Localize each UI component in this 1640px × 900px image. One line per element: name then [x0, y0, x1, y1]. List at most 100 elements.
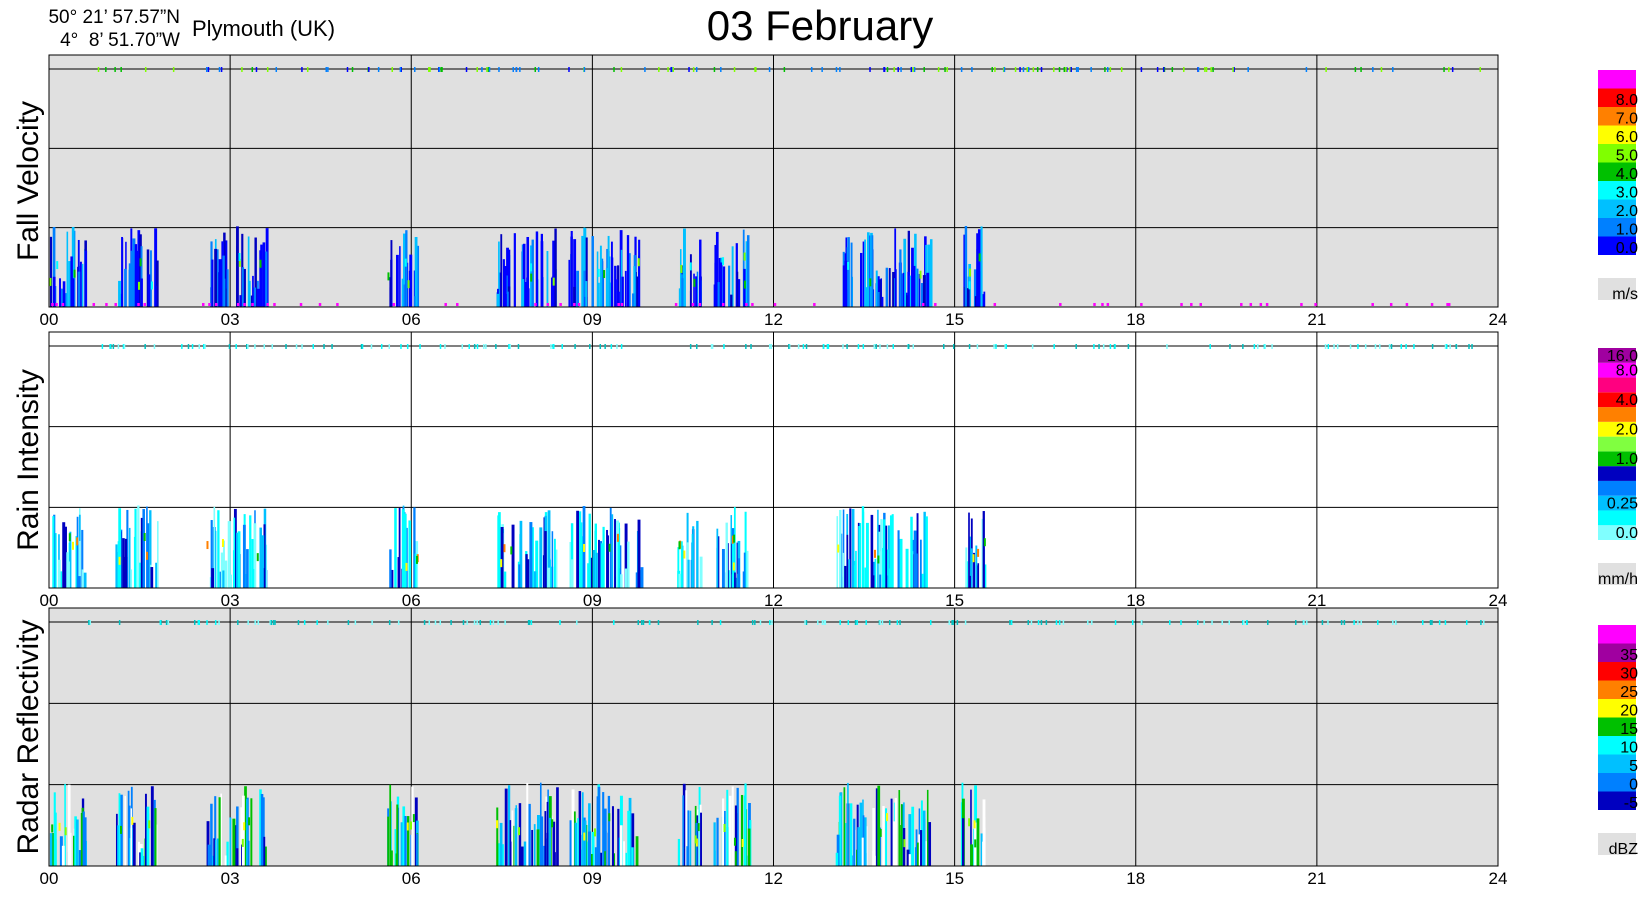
data-mark-top [450, 620, 452, 625]
data-mark-top [101, 344, 104, 349]
data-mark [81, 263, 84, 307]
data-mark-top [468, 344, 470, 349]
data-mark-top [251, 67, 254, 72]
data-mark-top [670, 67, 672, 72]
data-mark [871, 235, 874, 307]
data-mark [686, 846, 689, 866]
data-mark [722, 266, 726, 307]
data-mark-top [1058, 620, 1061, 625]
data-mark [621, 276, 624, 307]
data-mark [919, 539, 922, 588]
data-mark [76, 516, 79, 588]
data-mark [224, 855, 227, 866]
data-mark [893, 821, 897, 866]
data-mark-accent [886, 813, 889, 822]
data-mark [976, 249, 979, 307]
data-mark-ground [392, 303, 396, 306]
data-mark [262, 242, 266, 307]
data-mark-top [613, 620, 615, 625]
x-tick-label: 18 [1126, 869, 1145, 888]
data-mark-top [428, 620, 430, 625]
data-mark-top [711, 620, 713, 625]
data-mark-accent [238, 253, 241, 262]
data-mark-ground [1405, 303, 1409, 306]
data-mark-top [923, 67, 925, 72]
data-mark [617, 540, 620, 588]
x-tick-label: 06 [402, 591, 421, 610]
data-mark-ground [1190, 303, 1193, 306]
data-mark [713, 284, 716, 307]
legend-label: 8.0 [1616, 92, 1638, 109]
data-mark-top [275, 67, 278, 72]
data-mark-top [1114, 620, 1117, 625]
data-mark-top [504, 620, 506, 625]
x-tick-label: 15 [945, 310, 964, 329]
data-mark-top [1451, 67, 1454, 72]
data-mark [611, 806, 614, 866]
data-mark [606, 529, 608, 588]
data-mark-accent [616, 533, 619, 542]
x-tick-label: 12 [764, 869, 783, 888]
data-mark-top [994, 67, 996, 72]
data-mark [236, 532, 238, 588]
data-mark-top [559, 620, 561, 625]
data-mark-top [323, 344, 325, 349]
data-mark-top [1243, 620, 1245, 625]
data-mark-top [1183, 67, 1185, 72]
data-mark-top [509, 344, 512, 349]
data-mark-ground [336, 303, 339, 306]
data-mark-accent [58, 822, 61, 831]
data-mark [858, 525, 861, 588]
data-mark-ground [1199, 303, 1203, 306]
data-mark-top [768, 67, 771, 72]
data-mark [75, 819, 79, 866]
data-mark-ground [751, 303, 754, 306]
data-mark-accent [723, 823, 726, 832]
data-mark [620, 574, 623, 588]
data-mark [546, 801, 549, 866]
data-mark [737, 558, 740, 588]
data-mark-top [971, 67, 973, 72]
data-mark-top [754, 620, 756, 625]
data-mark-ground [559, 303, 562, 306]
data-mark-top [821, 620, 824, 625]
data-mark-top [1204, 67, 1206, 72]
data-mark [984, 564, 987, 588]
data-mark-top [1180, 620, 1182, 625]
data-mark-top [351, 67, 354, 72]
data-mark-top [948, 620, 950, 625]
data-mark-top [797, 344, 800, 349]
data-mark [49, 236, 53, 307]
data-mark [872, 807, 875, 866]
data-mark-top [1005, 344, 1008, 349]
data-mark [249, 515, 252, 588]
data-mark [689, 254, 692, 307]
data-mark-top [839, 67, 841, 72]
data-mark-top [1228, 620, 1230, 625]
data-mark [214, 839, 217, 866]
data-mark-top [400, 344, 402, 349]
data-mark [926, 272, 930, 307]
data-mark-top [1091, 620, 1093, 625]
data-mark-top [930, 620, 932, 625]
data-mark [146, 806, 150, 866]
data-mark-top [968, 344, 971, 349]
data-mark [918, 273, 921, 307]
data-mark [232, 550, 235, 588]
data-mark-top [944, 67, 946, 72]
data-mark-top [153, 344, 156, 349]
data-mark-top [943, 344, 945, 349]
data-mark [551, 531, 554, 588]
data-mark-accent [496, 820, 499, 829]
data-mark [899, 538, 903, 588]
data-mark-top [434, 620, 437, 625]
data-mark [66, 552, 69, 588]
data-mark-top [220, 67, 223, 72]
data-mark [861, 506, 865, 588]
data-mark-top [462, 620, 465, 625]
data-mark-top [1098, 344, 1100, 349]
data-mark [77, 271, 81, 307]
data-mark [127, 790, 130, 866]
data-mark [52, 516, 55, 588]
data-mark-top [583, 67, 586, 72]
